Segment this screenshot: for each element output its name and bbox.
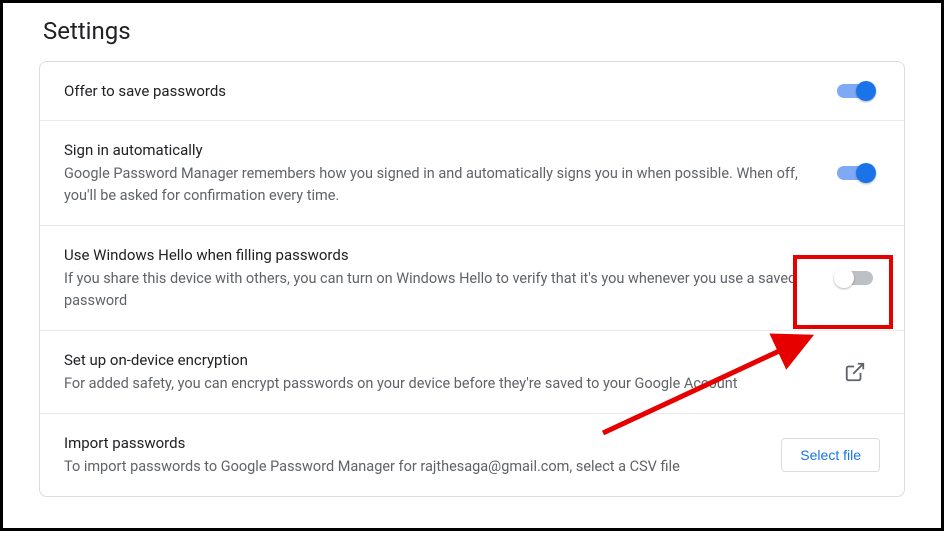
row-title: Use Windows Hello when filling passwords [64,244,810,266]
external-link-icon[interactable] [844,361,866,383]
row-windows-hello: Use Windows Hello when filling passwords… [40,226,904,331]
row-title: Sign in automatically [64,139,810,161]
row-title: Import passwords [64,432,761,454]
offer-save-passwords-toggle[interactable] [837,84,873,98]
select-file-button[interactable]: Select file [781,438,880,472]
row-desc: If you share this device with others, yo… [64,268,810,312]
row-desc: Google Password Manager remembers how yo… [64,163,810,207]
sign-in-auto-toggle[interactable] [837,166,873,180]
row-sign-in-automatically: Sign in automatically Google Password Ma… [40,121,904,226]
page-title: Settings [3,3,941,61]
row-desc: For added safety, you can encrypt passwo… [64,373,810,395]
row-title: Set up on-device encryption [64,349,810,371]
row-on-device-encryption[interactable]: Set up on-device encryption For added sa… [40,331,904,414]
row-desc: To import passwords to Google Password M… [64,456,761,478]
settings-card: Offer to save passwords Sign in automati… [39,61,905,497]
row-title: Offer to save passwords [64,80,810,102]
windows-hello-toggle[interactable] [837,271,873,285]
row-import-passwords: Import passwords To import passwords to … [40,414,904,496]
row-offer-save-passwords: Offer to save passwords [40,62,904,121]
